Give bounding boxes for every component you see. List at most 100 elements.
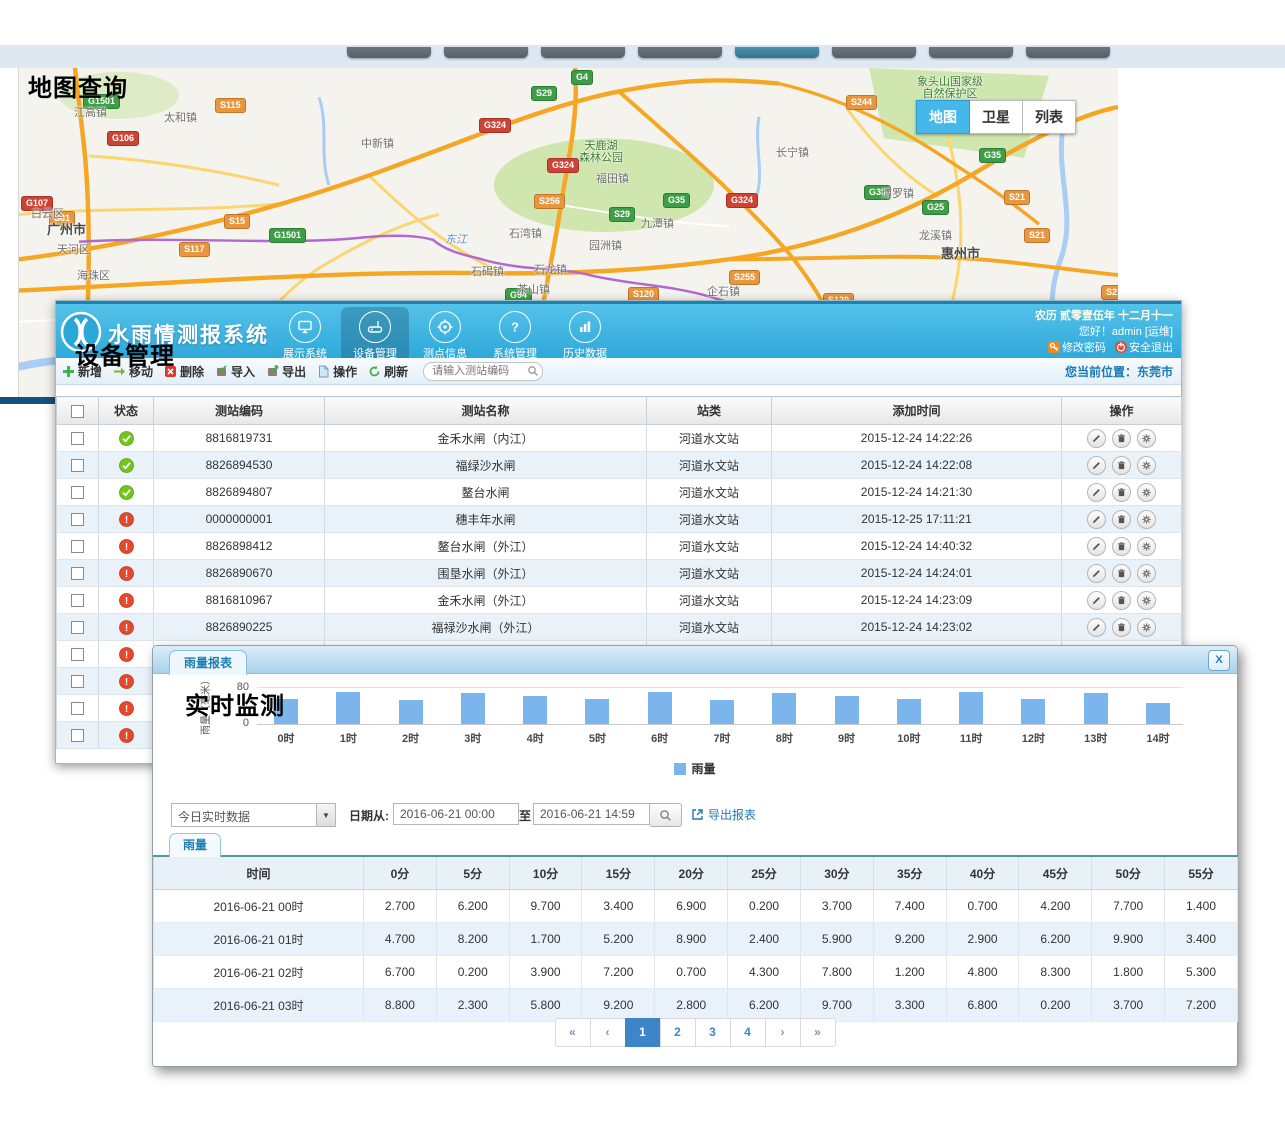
toolbar-button-操作[interactable]: 操作 <box>317 363 357 380</box>
nav-item-展示系统[interactable]: 展示系统 <box>271 307 339 363</box>
pagination-arrow[interactable]: » <box>800 1018 836 1047</box>
row-checkbox[interactable] <box>71 621 84 634</box>
toolbar-button-导入[interactable]: 导入 <box>215 363 255 380</box>
row-checkbox[interactable] <box>71 567 84 580</box>
table-cell: 2016-06-21 00时 <box>154 890 364 923</box>
edit-button[interactable] <box>1087 429 1106 448</box>
data-type-select[interactable]: 今日实时数据 ▼ <box>171 803 336 827</box>
table-cell: 8826894530 <box>154 452 325 479</box>
settings-button[interactable] <box>1137 456 1156 475</box>
pagination-page-3[interactable]: 3 <box>695 1018 731 1047</box>
search-icon[interactable] <box>527 364 539 376</box>
settings-button[interactable] <box>1137 483 1156 502</box>
table-cell: 5.800 <box>509 989 582 1022</box>
delete-button[interactable] <box>1112 429 1131 448</box>
row-checkbox[interactable] <box>71 432 84 445</box>
pagination-arrow[interactable]: ‹ <box>590 1018 626 1047</box>
nav-item-历史数据[interactable]: 历史数据 <box>551 307 619 363</box>
table-cell: 2.800 <box>655 989 728 1022</box>
delete-button[interactable] <box>1112 618 1131 637</box>
pagination-page-2[interactable]: 2 <box>660 1018 696 1047</box>
map-view-button-地图[interactable]: 地图 <box>916 100 970 134</box>
pagination-page-4[interactable]: 4 <box>730 1018 766 1047</box>
row-checkbox[interactable] <box>71 648 84 661</box>
browser-tab[interactable] <box>929 47 1013 58</box>
edit-button[interactable] <box>1087 456 1106 475</box>
map-view-button-列表[interactable]: 列表 <box>1023 100 1076 134</box>
settings-button[interactable] <box>1137 618 1156 637</box>
bar <box>1146 703 1170 724</box>
chart-legend[interactable]: 雨量 <box>153 760 1237 777</box>
table-cell <box>57 614 99 641</box>
table-cell: 0.200 <box>436 956 509 989</box>
row-checkbox[interactable] <box>71 702 84 715</box>
close-icon[interactable]: X <box>1208 650 1230 671</box>
row-checkbox[interactable] <box>71 594 84 607</box>
edit-button[interactable] <box>1087 483 1106 502</box>
delete-button[interactable] <box>1112 510 1131 529</box>
date-from-input[interactable] <box>393 803 519 825</box>
nav-item-设备管理[interactable]: 设备管理 <box>341 307 409 363</box>
table-cell: 8.800 <box>364 989 437 1022</box>
logout-link[interactable]: 安全退出 <box>1129 342 1173 354</box>
pagination-arrow[interactable]: « <box>555 1018 591 1047</box>
toolbar-button-导出[interactable]: 导出 <box>266 363 306 380</box>
edit-button[interactable] <box>1087 618 1106 637</box>
browser-tab[interactable] <box>735 47 819 58</box>
delete-button[interactable] <box>1112 564 1131 583</box>
nav-item-系统管理[interactable]: ?系统管理 <box>481 307 549 363</box>
column-header: 50分 <box>1092 856 1165 890</box>
edit-button[interactable] <box>1087 510 1106 529</box>
browser-tab[interactable] <box>444 47 528 58</box>
table-row: 2016-06-21 00时2.7006.2009.7003.4006.9000… <box>154 890 1238 923</box>
settings-button[interactable] <box>1137 537 1156 556</box>
table-cell: 2016-06-21 02时 <box>154 956 364 989</box>
tab-rain[interactable]: 雨量 <box>169 833 221 857</box>
row-checkbox[interactable] <box>71 459 84 472</box>
browser-tab[interactable] <box>1026 47 1110 58</box>
target-icon <box>429 311 461 343</box>
rain-table-head: 时间0分5分10分15分20分25分30分35分40分45分50分55分 <box>154 856 1238 890</box>
edit-button[interactable] <box>1087 564 1106 583</box>
row-checkbox[interactable] <box>71 675 84 688</box>
browser-tab[interactable] <box>832 47 916 58</box>
row-checkbox[interactable] <box>71 729 84 742</box>
tab-rain-report[interactable]: 雨量报表 <box>169 650 247 675</box>
export-report-link[interactable]: 导出报表 <box>691 806 756 823</box>
table-cell <box>99 452 154 479</box>
edit-button[interactable] <box>1087 537 1106 556</box>
date-to-input[interactable] <box>533 803 659 825</box>
bar <box>461 693 485 724</box>
delete-button[interactable] <box>1112 483 1131 502</box>
row-checkbox[interactable] <box>71 540 84 553</box>
pagination-page-1[interactable]: 1 <box>625 1018 661 1047</box>
nav-item-测点信息[interactable]: 测点信息 <box>411 307 479 363</box>
settings-button[interactable] <box>1137 591 1156 610</box>
device-icon <box>359 311 391 343</box>
toolbar-button-刷新[interactable]: 刷新 <box>368 363 408 380</box>
column-header: 25分 <box>728 856 801 890</box>
table-cell: 河道水文站 <box>647 506 772 533</box>
settings-button[interactable] <box>1137 510 1156 529</box>
edit-button[interactable] <box>1087 591 1106 610</box>
search-button[interactable] <box>649 803 682 827</box>
delete-button[interactable] <box>1112 591 1131 610</box>
settings-button[interactable] <box>1137 429 1156 448</box>
pagination-arrow[interactable]: › <box>765 1018 801 1047</box>
row-checkbox[interactable] <box>71 513 84 526</box>
browser-tab[interactable] <box>347 47 431 58</box>
browser-tab[interactable] <box>638 47 722 58</box>
table-cell: 1.800 <box>1092 956 1165 989</box>
map-view-button-卫星[interactable]: 卫星 <box>970 100 1023 134</box>
delete-button[interactable] <box>1112 456 1131 475</box>
change-password-link[interactable]: 修改密码 <box>1062 342 1106 354</box>
table-cell <box>1062 614 1182 641</box>
popup-titlebar[interactable] <box>153 646 1237 674</box>
select-all-checkbox[interactable] <box>71 405 84 418</box>
settings-button[interactable] <box>1137 564 1156 583</box>
browser-tab[interactable] <box>541 47 625 58</box>
row-checkbox[interactable] <box>71 486 84 499</box>
delete-button[interactable] <box>1112 537 1131 556</box>
station-search-input[interactable] <box>423 362 543 381</box>
road-badge: S117 <box>179 242 210 257</box>
